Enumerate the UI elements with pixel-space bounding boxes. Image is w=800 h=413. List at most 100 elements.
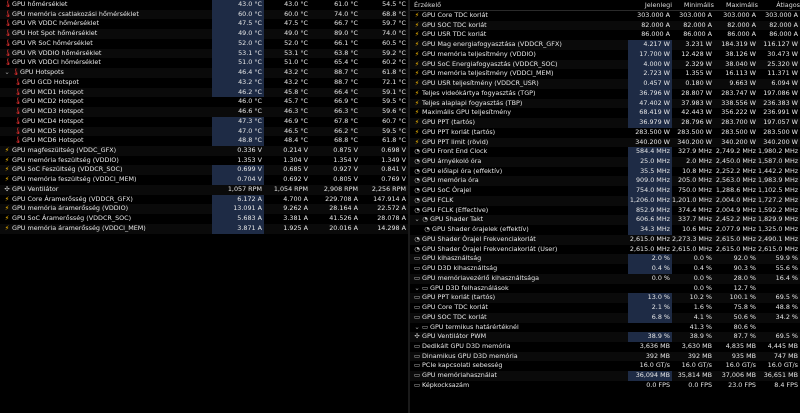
- header-sensor[interactable]: Érzékelő: [410, 0, 632, 10]
- sensor-row[interactable]: 🌡GPU MCD5 Hotspot 47.0 °C 46.5 °C 66.2 °C 59…: [0, 126, 408, 137]
- sensor-row[interactable]: 🌡GPU MCD2 Hotspot 46.0 °C 45.7 °C 66.9 °C 59…: [0, 97, 408, 107]
- sensor-row[interactable]: ✣ GPU Ventilátor 1,057 RPM 1,054 RPM 2,908 R…: [0, 184, 408, 195]
- max-value: 82.000 A: [727, 20, 756, 29]
- chevron-down-icon[interactable]: ⌄: [414, 215, 420, 225]
- sensor-row[interactable]: ⚡ GPU memória teljesítmény (VDDCI_MEM) 2.7…: [410, 69, 800, 80]
- sensor-row[interactable]: ⚡ GPU memória feszültség (VDDIO) 1.353 V 1.…: [0, 156, 408, 166]
- sensor-row[interactable]: 🌡GPU VR VDDC hőmérséklet 47.5 °C 47.5 °C 66…: [0, 19, 408, 30]
- sensor-row[interactable]: ⚡ GPU Core Áramerősség (VDDCR_GFX) 6.172 A…: [0, 194, 408, 205]
- sensor-row[interactable]: 🌡GPU MCD1 Hotspot 46.2 °C 45.8 °C 66.4 °C 59…: [0, 87, 408, 98]
- sensor-row[interactable]: ⚡ GPU PPT (tartós) 36.979 W 28.796 W 283.700…: [410, 118, 800, 128]
- header-maximum[interactable]: Maximális: [714, 0, 758, 10]
- current-value: 0.0 %: [651, 273, 670, 282]
- column-header: Érzékelő Jelenlegi Minimális Maximális Á…: [410, 0, 800, 11]
- sensor-row[interactable]: ▭ GPU memóriavezérlő kihasználtsága 0.0 % 0…: [410, 273, 800, 284]
- sensor-row[interactable]: ⚡ GPU PPT korlát (tartós) 283.500 W 283.500…: [410, 128, 800, 138]
- sensor-row[interactable]: ⚡ GPU memória áramerősség (VDDCI_MEM) 3.87…: [0, 223, 408, 234]
- sensor-row[interactable]: ◔ GPU Shader Órajel Frekvenciakorlát 2,615…: [410, 234, 800, 245]
- sensor-row[interactable]: ◔ GPU Front End Clock 584.4 MHz 327.9 MHz 2,…: [410, 147, 800, 158]
- sensor-row[interactable]: ◔ GPU előlapi óra (effektív) 35.5 MHz 10.8 …: [410, 166, 800, 177]
- sensor-row[interactable]: 🌡GPU MCD3 Hotspot 46.6 °C 46.3 °C 66.3 °C 59…: [0, 107, 408, 117]
- sensor-row[interactable]: ⚡ Teljes videókártya fogyasztás (TGP) 36.7…: [410, 88, 800, 99]
- min-value: 340.200 W: [677, 137, 712, 146]
- sensor-row[interactable]: ⚡ GPU memória feszültség (VDDCI_MEM) 0.704…: [0, 175, 408, 185]
- header-minimum[interactable]: Minimális: [672, 0, 714, 10]
- sensor-row[interactable]: ⚡ GPU SoC Energiafogyasztás (VDDCR_SOC) 4.…: [410, 59, 800, 70]
- sensor-label: Képkocksazám: [422, 380, 470, 389]
- sensor-row[interactable]: ⚡ GPU SOC TDC korlát 82.000 A 82.000 A 82.00…: [410, 20, 800, 31]
- sensor-label: GPU PPT korlát (tartós): [422, 127, 496, 136]
- sensor-label: Maximális GPU teljesítmény: [422, 108, 512, 117]
- chevron-down-icon[interactable]: ⌄: [414, 284, 420, 294]
- sensor-row[interactable]: ⌄ ▭ GPU termikus határértéknél 41.3 % 80.6 %: [410, 323, 800, 333]
- min-value: 1,054 RPM: [273, 184, 308, 193]
- sensor-row[interactable]: ⚡ GPU Mag energiafogyasztása (VDDCR_GFX) 4…: [410, 40, 800, 50]
- sensor-row[interactable]: 🌡GPU VR SoC hőmérséklet 52.0 °C 52.0 °C 66.…: [0, 38, 408, 49]
- sensor-row[interactable]: ◔ GPU memória óra 909.0 MHz 205.0 MHz 2,563.…: [410, 176, 800, 187]
- sensor-row[interactable]: ▭ Dinamikus GPU D3D memória 392 MB 392 MB 93…: [410, 351, 800, 362]
- sensor-row[interactable]: ⚡ GPU memória teljesítmény (VDDIO) 17.700 …: [410, 49, 800, 60]
- sensor-row[interactable]: ⚡ GPU magfeszültség (VDDC_GFX) 0.336 V 0.21…: [0, 146, 408, 156]
- avg-value: 60.5 °C: [382, 38, 406, 47]
- sensor-row[interactable]: ◔ GPU Shader Órajel Frekvenciakorlát (Use…: [410, 245, 800, 255]
- sensor-row[interactable]: ⚡ GPU SoC Feszültség (VDDCR_SOC) 0.699 V 0.…: [0, 165, 408, 176]
- sensor-row[interactable]: 🌡GPU MCD4 Hotspot 47.3 °C 46.9 °C 67.8 °C 60…: [0, 116, 408, 127]
- sensor-row[interactable]: ⚡ Teljes alaplapi fogyasztás (TBP) 47.402 …: [410, 98, 800, 109]
- sensor-row[interactable]: ⌄ 🌡GPU Hotspots 46.4 °C 43.2 °C 88.7 °C 61.8 …: [0, 68, 408, 78]
- sensor-row[interactable]: ▭ GPU PPT korlát (tartós) 13.0 % 10.2 % 100.…: [410, 293, 800, 304]
- chevron-down-icon[interactable]: ⌄: [414, 323, 420, 333]
- sensor-row[interactable]: 🌡GPU memória csatlakozási hőmérséklet 60.…: [0, 9, 408, 20]
- header-average[interactable]: Átlagos: [758, 0, 800, 10]
- sensor-row[interactable]: ◔ GPU árnyékoló óra 25.0 MHz 2.0 MHz 2,450.0…: [410, 157, 800, 167]
- current-value: 25.0 MHz: [628, 157, 672, 167]
- sensor-row[interactable]: ▭ Képkocksazám 0.0 FPS 0.0 FPS 23.0 FPS 8.4 F…: [410, 381, 800, 391]
- sensor-row[interactable]: ◔ GPU Shader órajelek (effektív) 34.3 MHz 1…: [410, 225, 800, 235]
- min-value: 0.685 V: [283, 165, 308, 174]
- max-value: 28.164 A: [329, 204, 358, 213]
- sensor-label: GPU D3D felhasználások: [430, 283, 509, 292]
- avg-value: 1,727.2 MHz: [758, 195, 799, 204]
- sensor-row[interactable]: ⚡ GPU Core TDC korlát 303.000 A 303.000 A 30…: [410, 11, 800, 21]
- sensor-row[interactable]: ▭ GPU Core TDC korlát 2.1 % 1.6 % 75.8 % 48.8…: [410, 303, 800, 313]
- sensor-row[interactable]: ⌄ ◔ GPU Shader Takt 606.6 MHz 337.7 MHz 2,452…: [410, 215, 800, 226]
- sensor-name-cell: ⚡ GPU PPT (tartós): [410, 118, 632, 128]
- thermometer-icon: 🌡: [4, 48, 13, 57]
- header-current[interactable]: Jelenlegi: [628, 0, 672, 10]
- max-value: 0.805 V: [333, 175, 358, 184]
- lightning-icon: ⚡: [414, 108, 420, 117]
- sensor-row[interactable]: 🌡GPU GCD Hotspot 43.2 °C 43.2 °C 88.7 °C 72.…: [0, 77, 408, 88]
- sensor-row[interactable]: ⚡ GPU USR teljesítmény (VDDCR_USR) 0.457 W…: [410, 79, 800, 89]
- min-value: 45.8 °C: [284, 87, 308, 96]
- sensor-row[interactable]: 🌡GPU VR VDDIO hőmérséklet 53.1 °C 53.1 °C 6…: [0, 48, 408, 59]
- sensor-row[interactable]: ▭ Dedikált GPU D3D memória 3,636 MB 3,630 M…: [410, 342, 800, 352]
- sensor-row[interactable]: ⚡ GPU PPT limit (rövid) 340.200 W 340.200 W…: [410, 137, 800, 148]
- sensor-row[interactable]: ◔ GPU FCLK 1,206.0 MHz 1,201.0 MHz 2,004.0 M…: [410, 195, 800, 206]
- sensor-row[interactable]: ▭ PCIe kapcsolati sebesség 16.0 GT/s 16.0 G…: [410, 361, 800, 371]
- lightning-icon: ⚡: [4, 214, 10, 223]
- avg-value: 59.5 °C: [382, 97, 406, 106]
- sensor-row[interactable]: ▭ GPU kihasználtság 2.0 % 0.0 % 92.0 % 59.9 %: [410, 254, 800, 265]
- current-value: 303.000 A: [637, 11, 670, 19]
- max-value: 67.8 °C: [334, 116, 358, 125]
- sensor-row[interactable]: ▭ GPU D3D kihasználtság 0.4 % 0.4 % 90.3 % 55…: [410, 264, 800, 274]
- sensor-row[interactable]: 🌡GPU hőmérséklet 43.0 °C 43.0 °C 61.0 °C 54.…: [0, 0, 408, 10]
- sensor-row[interactable]: ⌄ ▭ GPU D3D felhasználások 0.0 % 12.7 %: [410, 284, 800, 294]
- sensor-row[interactable]: ✣ GPU Ventilátor PWM 38.9 % 38.9 % 87.7 % 69.…: [410, 332, 800, 342]
- sensor-row[interactable]: ⚡ GPU memória áramerősség (VDDIO) 13.091 A…: [0, 204, 408, 215]
- sensor-row[interactable]: ▭ GPU SOC TDC korlát 6.8 % 4.1 % 50.6 % 34.2 …: [410, 312, 800, 323]
- avg-value: 1.349 V: [381, 155, 406, 164]
- sensor-row[interactable]: ◔ GPU FCLK (Effective) 852.9 MHz 374.4 MHz 2…: [410, 205, 800, 216]
- sensor-row[interactable]: ⚡ GPU SoC Áramerősség (VDDCR_SOC) 5.683 A3…: [0, 214, 408, 224]
- sensor-row[interactable]: 🌡GPU MCD6 Hotspot 48.8 °C 48.4 °C 68.8 °C 61…: [0, 136, 408, 147]
- sensor-name-cell: ◔ GPU SoC Órajel: [410, 186, 632, 196]
- lightning-icon: ⚡: [414, 88, 420, 97]
- sensor-row[interactable]: ▭ GPU memóriahasználat 36,094 MB 35,814 MB 3…: [410, 371, 800, 381]
- sensor-row[interactable]: 🌡GPU VR VDDCI hőmérséklet 51.0 °C 51.0 °C 6…: [0, 58, 408, 69]
- sensor-row[interactable]: ⚡ Maximális GPU teljesítmény 68.419 W 42.44…: [410, 108, 800, 119]
- sensor-row[interactable]: ⚡ GPU USR TDC korlát 86.000 A 86.000 A 86.00…: [410, 30, 800, 40]
- sensor-row[interactable]: 🌡GPU Hot Spot hőmérséklet 49.0 °C 49.0 °C 8…: [0, 29, 408, 39]
- sensor-row[interactable]: ◔ GPU SoC Órajel 754.0 MHz 750.0 MHz 1,288.6…: [410, 186, 800, 196]
- chevron-down-icon[interactable]: ⌄: [4, 68, 10, 78]
- max-value: 86.000 A: [727, 30, 756, 39]
- min-value: 10.8 MHz: [682, 166, 712, 175]
